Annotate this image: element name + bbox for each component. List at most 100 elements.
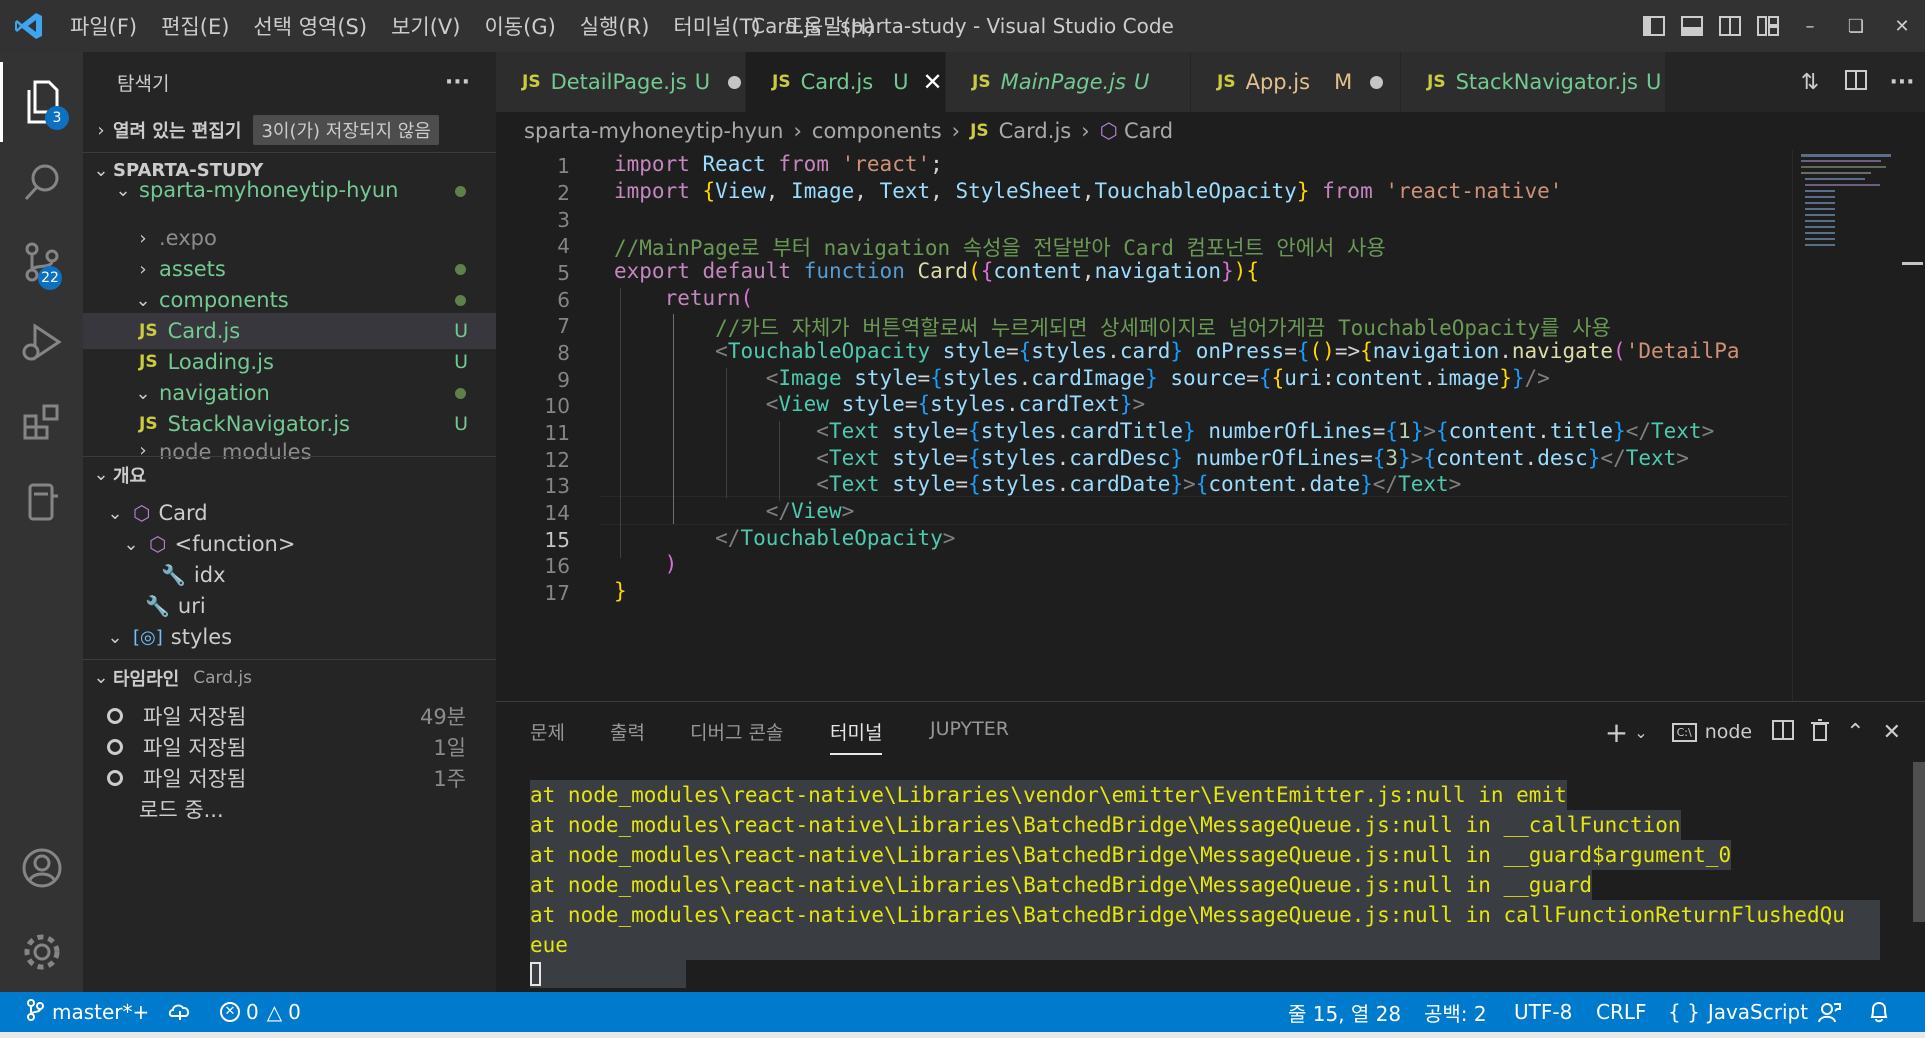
editor-scrollbar[interactable]	[1900, 150, 1925, 701]
terminal-output[interactable]: at node_modules\react-native\Libraries\v…	[530, 780, 1880, 990]
tab-stacknavigator[interactable]: JS StackNavigator.js U	[1401, 52, 1666, 112]
run-debug-icon[interactable]	[0, 302, 83, 382]
split-editor-icon[interactable]	[1833, 70, 1879, 94]
extensions-icon[interactable]	[0, 382, 83, 462]
menu-run[interactable]: 실행(R)	[568, 11, 662, 41]
outline-section[interactable]: ⌄ 개요	[83, 456, 496, 492]
modified-dot	[455, 388, 466, 399]
git-status: U	[454, 413, 468, 435]
minimap[interactable]	[1792, 150, 1903, 701]
encoding[interactable]: UTF-8	[1514, 992, 1572, 1032]
line-number: 7	[557, 314, 570, 338]
unsaved-dot-icon[interactable]	[728, 75, 742, 89]
maximize-panel-icon[interactable]: ⌃	[1846, 720, 1864, 745]
split-terminal-icon[interactable]	[1772, 720, 1795, 744]
search-icon[interactable]	[0, 142, 83, 222]
line-number-current: 15	[544, 528, 570, 552]
js-file-icon: JS	[970, 121, 989, 141]
timeline-loading: 로드 중...	[139, 798, 224, 822]
code-line: export default function Card({content,na…	[614, 259, 1259, 283]
sync-icon[interactable]	[168, 992, 192, 1032]
terminal-line: at node_modules\react-native\Libraries\B…	[530, 810, 1681, 840]
toggle-secondary-sidebar-icon[interactable]	[1711, 0, 1749, 52]
breadcrumb: sparta-myhoneytip-hyun › components › JS…	[496, 112, 1925, 150]
breadcrumb-item[interactable]: sparta-myhoneytip-hyun	[524, 119, 784, 143]
sidebar-more-icon[interactable]: ···	[445, 70, 470, 95]
menu-help[interactable]: 도움말(H)	[773, 11, 887, 41]
close-window-icon[interactable]: ✕	[1879, 0, 1925, 52]
tree-folder-root[interactable]: ⌄ sparta-myhoneytip-hyun	[83, 176, 496, 204]
terminal-line: at node_modules\react-native\Libraries\v…	[530, 780, 1567, 810]
timeline-item-time: 1일	[433, 736, 466, 760]
feedback-icon[interactable]	[1818, 992, 1842, 1032]
git-status: U	[454, 351, 468, 373]
breadcrumb-item[interactable]: Card	[1124, 119, 1173, 143]
breadcrumb-item[interactable]: Card.js	[999, 119, 1072, 143]
menu-view[interactable]: 보기(V)	[379, 11, 472, 41]
terminal-name[interactable]: node	[1705, 721, 1752, 743]
indentation[interactable]: 공백: 2	[1424, 992, 1487, 1032]
breadcrumb-item[interactable]: components	[812, 119, 942, 143]
accounts-icon[interactable]	[0, 828, 83, 908]
code-line: )	[664, 552, 678, 576]
timeline-section[interactable]: ⌄ 타임라인 Card.js	[83, 659, 496, 695]
commit-circle-icon	[107, 708, 123, 724]
braces-icon: { }	[1668, 1000, 1700, 1024]
language-mode[interactable]: { } JavaScript	[1668, 992, 1808, 1032]
menu-edit[interactable]: 편집(E)	[149, 11, 241, 41]
line-ending[interactable]: CRLF	[1596, 992, 1647, 1032]
close-tab-icon[interactable]: ✕	[923, 68, 943, 96]
panel-scrollbar[interactable]	[1913, 762, 1925, 922]
tab-debug-console[interactable]: 디버그 콘솔	[690, 718, 783, 745]
minimize-icon[interactable]: –	[1787, 0, 1833, 52]
code-editor[interactable]: 1 2 3 4 5 6 7 8 9 10 11 12 13 14 15 16 1…	[496, 150, 1925, 701]
tab-mainpage[interactable]: JS MainPage.js U	[946, 52, 1191, 112]
line-number: 11	[544, 421, 570, 445]
menu-file[interactable]: 파일(F)	[58, 11, 149, 41]
chevron-right-icon: ›	[139, 258, 147, 280]
trash-icon[interactable]	[1810, 719, 1830, 745]
tab-app[interactable]: JS App.js M	[1191, 52, 1401, 112]
branch-status[interactable]: master*+	[26, 992, 149, 1032]
remote-explorer-icon[interactable]	[0, 462, 83, 542]
close-panel-icon[interactable]: ✕	[1883, 720, 1901, 745]
line-number: 5	[557, 261, 570, 285]
open-changes-icon[interactable]: ⇅	[1787, 70, 1833, 95]
menu-terminal[interactable]: 터미널(T)	[661, 11, 772, 41]
source-control-icon[interactable]: 22	[0, 222, 83, 302]
outline-item-styles[interactable]: ⌄ [◎] styles	[83, 619, 496, 655]
new-terminal-icon[interactable]: +	[1605, 716, 1628, 749]
js-file-icon: JS	[522, 72, 541, 92]
menu-selection[interactable]: 선택 영역(S)	[241, 11, 379, 41]
tab-terminal[interactable]: 터미널	[830, 718, 883, 755]
tab-output[interactable]: 출력	[610, 718, 645, 745]
problems-status[interactable]: ✕ 0 △ 0	[220, 992, 301, 1032]
chevron-down-icon[interactable]: ⌄	[1634, 723, 1647, 742]
restore-icon[interactable]: ❏	[1833, 0, 1879, 52]
tab-problems[interactable]: 문제	[530, 718, 565, 745]
chevron-right-icon: ›	[1081, 119, 1090, 143]
toggle-sidebar-icon[interactable]	[1635, 0, 1673, 52]
toggle-panel-icon[interactable]	[1673, 0, 1711, 52]
unsaved-dot-icon[interactable]	[1370, 75, 1384, 89]
menu-go[interactable]: 이동(G)	[472, 11, 567, 41]
explorer-sidebar: 탐색기 ··· › 열려 있는 편집기 3이(가) 저장되지 않음 ⌄ SPAR…	[83, 52, 496, 992]
customize-layout-icon[interactable]	[1749, 0, 1787, 52]
cursor-position[interactable]: 줄 15, 열 28	[1288, 992, 1401, 1032]
tab-card[interactable]: JS Card.js U ✕	[746, 52, 946, 112]
open-editors-section[interactable]: › 열려 있는 편집기 3이(가) 저장되지 않음	[83, 112, 496, 148]
notifications-bell-icon[interactable]	[1868, 992, 1890, 1032]
explorer-icon[interactable]: 3	[0, 62, 83, 142]
file-label: Card.js	[167, 319, 241, 343]
line-number: 16	[544, 554, 570, 578]
js-file-icon: JS	[972, 72, 991, 92]
branch-label: master*+	[52, 1000, 150, 1024]
more-actions-icon[interactable]: ···	[1879, 70, 1925, 95]
tree-file-stacknavigator[interactable]: JS StackNavigator.js U	[83, 406, 496, 442]
tab-detailpage[interactable]: JS DetailPage.js U	[496, 52, 746, 112]
tab-jupyter[interactable]: JUPYTER	[930, 718, 1009, 740]
manage-gear-icon[interactable]	[0, 912, 83, 992]
git-branch-icon	[26, 998, 44, 1026]
outline-label: 개요	[113, 465, 147, 487]
terminal-line: eue	[530, 930, 1880, 960]
